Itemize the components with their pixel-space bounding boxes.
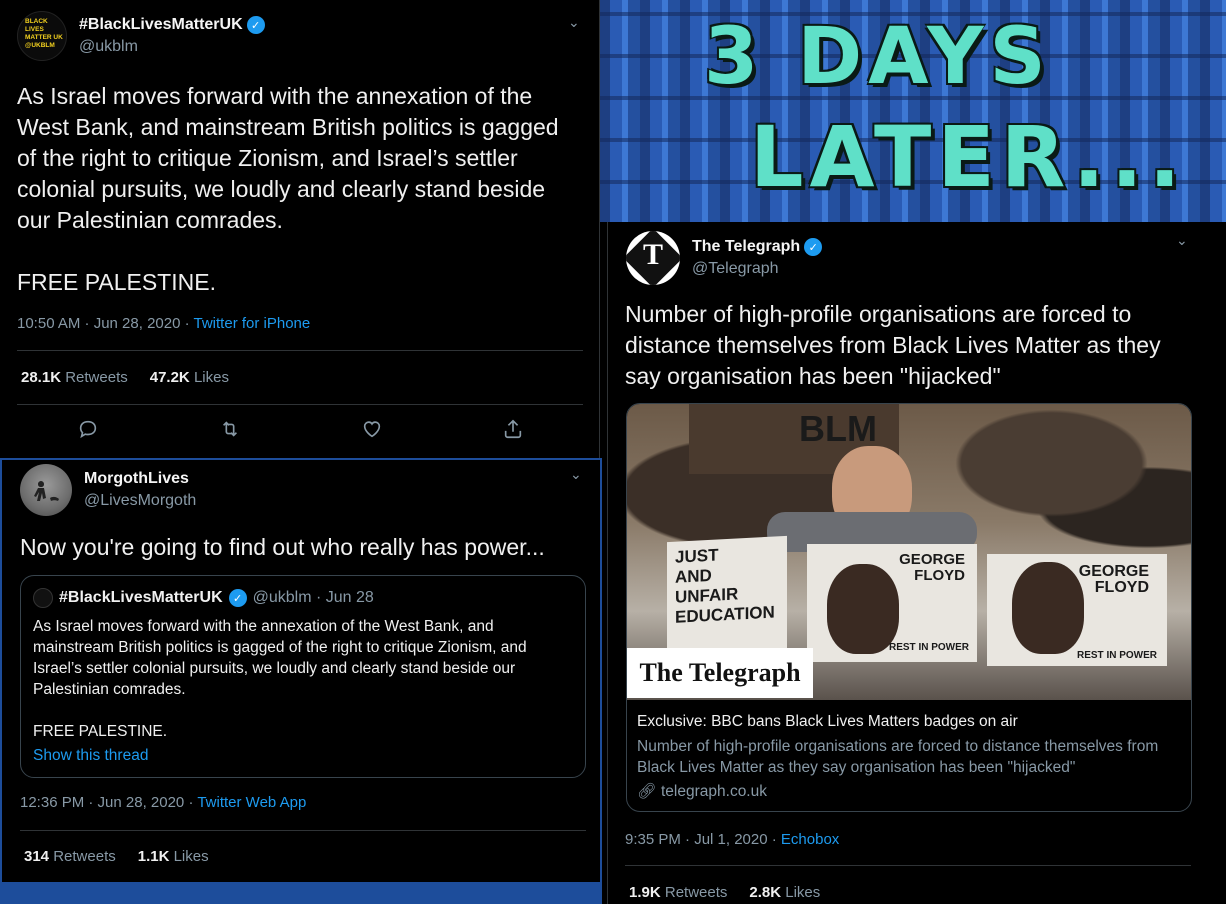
tweet-stats: 1.9K Retweets 2.8K Likes (629, 884, 820, 901)
quoted-tweet[interactable]: #BlackLivesMatterUK ✓ @ukblm · Jun 28 As… (20, 575, 586, 778)
card-title: Exclusive: BBC bans Black Lives Matters … (637, 713, 1018, 730)
tweet-header: T The Telegraph ✓ @Telegraph (626, 231, 823, 285)
chevron-down-icon[interactable]: ⌄ (568, 14, 580, 31)
card-domain: 🔗︎ telegraph.co.uk (637, 782, 1183, 801)
retweet-icon[interactable] (218, 418, 242, 446)
handle[interactable]: @Telegraph (692, 260, 822, 278)
likes-stat[interactable]: 2.8K Likes (749, 884, 820, 901)
source-app-link[interactable]: Echobox (781, 831, 839, 848)
handle[interactable]: @LivesMorgoth (84, 492, 196, 510)
likes-stat[interactable]: 47.2K Likes (150, 369, 229, 386)
frame-border (0, 882, 602, 904)
card-body: Exclusive: BBC bans Black Lives Matters … (627, 700, 1191, 811)
tweet-timestamp: 12:36 PM · Jun 28, 2020 · Twitter Web Ap… (20, 794, 306, 811)
timestamp[interactable]: 10:50 AM · Jun 28, 2020 · (17, 315, 194, 332)
likes-stat[interactable]: 1.1K Likes (138, 848, 209, 865)
tweet-morgoth: MorgothLives @LivesMorgoth ⌄ Now you're … (0, 458, 602, 904)
chevron-down-icon[interactable]: ⌄ (1176, 232, 1188, 249)
banner-line-1: 3 DAYS (704, 12, 1052, 102)
tweet-header: BLACK LIVES MATTER UK @UKBLM #BlackLives… (17, 11, 265, 61)
tweet-blmuk: BLACK LIVES MATTER UK @UKBLM #BlackLives… (0, 0, 600, 458)
tweet-telegraph: T The Telegraph ✓ @Telegraph ⌄ Number of… (607, 222, 1226, 904)
link-card[interactable]: BLM JUST AND UNFAIR EDUCATION GEORGE FLO… (626, 403, 1192, 812)
chevron-down-icon[interactable]: ⌄ (570, 466, 582, 483)
source-app-link[interactable]: Twitter Web App (197, 794, 306, 811)
divider (625, 865, 1191, 866)
verified-icon: ✓ (804, 238, 823, 256)
quote-display-name: #BlackLivesMatterUK (59, 589, 223, 606)
avatar[interactable]: T (626, 231, 680, 285)
share-icon[interactable] (502, 418, 524, 446)
tweet-stats: 314 Retweets 1.1K Likes (24, 848, 209, 865)
avatar-logo-text: BLACK LIVES MATTER UK @UKBLM (25, 18, 63, 49)
show-thread-link[interactable]: Show this thread (33, 747, 148, 765)
quote-header: #BlackLivesMatterUK ✓ @ukblm · Jun 28 (33, 588, 374, 608)
avatar-letter: T (642, 238, 663, 271)
poster-right-footer: REST IN POWER (1077, 650, 1158, 661)
card-description: Number of high-profile organisations are… (637, 738, 1159, 776)
link-icon: 🔗︎ (637, 783, 657, 800)
retweets-stat[interactable]: 1.9K Retweets (629, 884, 727, 901)
tweet-text: Now you're going to find out who really … (20, 534, 545, 560)
poster-mid-face (827, 564, 899, 654)
retweets-stat[interactable]: 314 Retweets (24, 848, 116, 865)
banner-line-2: LATER... (750, 108, 1187, 206)
handle[interactable]: @ukblm (79, 38, 265, 56)
avatar (33, 588, 53, 608)
telegraph-logo: The Telegraph (627, 648, 813, 698)
action-bar (17, 418, 583, 446)
timestamp[interactable]: 12:36 PM · Jun 28, 2020 · (20, 794, 197, 811)
verified-icon: ✓ (246, 16, 265, 34)
domain-text: telegraph.co.uk (661, 783, 767, 800)
verified-icon: ✓ (228, 589, 247, 607)
tweet-text: Number of high-profile organisations are… (625, 301, 1161, 389)
reply-icon[interactable] (77, 418, 99, 446)
divider (17, 350, 583, 351)
display-name[interactable]: The Telegraph (692, 238, 800, 256)
divider (17, 404, 583, 405)
quote-meta: @ukblm · Jun 28 (252, 589, 374, 606)
source-app-link[interactable]: Twitter for iPhone (194, 315, 311, 332)
avatar[interactable] (20, 464, 72, 516)
timestamp[interactable]: 9:35 PM · Jul 1, 2020 · (625, 831, 781, 848)
tweet-text: As Israel moves forward with the annexat… (17, 83, 559, 295)
retweets-stat[interactable]: 28.1K Retweets (21, 369, 128, 386)
poster-mid-footer: REST IN POWER (889, 642, 970, 653)
tweet-header: MorgothLives @LivesMorgoth (20, 464, 196, 516)
avatar[interactable]: BLACK LIVES MATTER UK @UKBLM (17, 11, 67, 61)
tweet-stats: 28.1K Retweets 47.2K Likes (21, 369, 229, 386)
meme-banner: 3 DAYS LATER... (600, 0, 1226, 222)
display-name[interactable]: #BlackLivesMatterUK (79, 16, 243, 34)
tweet-timestamp: 9:35 PM · Jul 1, 2020 · Echobox (625, 831, 839, 848)
like-icon[interactable] (361, 418, 383, 446)
tweet-timestamp: 10:50 AM · Jun 28, 2020 · Twitter for iP… (17, 315, 310, 332)
avatar-silhouette-icon (34, 481, 59, 501)
card-image: BLM JUST AND UNFAIR EDUCATION GEORGE FLO… (627, 404, 1191, 700)
poster-right-face (1012, 562, 1084, 654)
poster-left: JUST AND UNFAIR EDUCATION (667, 535, 787, 661)
quote-text: As Israel moves forward with the annexat… (33, 618, 527, 740)
display-name[interactable]: MorgothLives (84, 470, 189, 488)
divider (20, 830, 586, 831)
